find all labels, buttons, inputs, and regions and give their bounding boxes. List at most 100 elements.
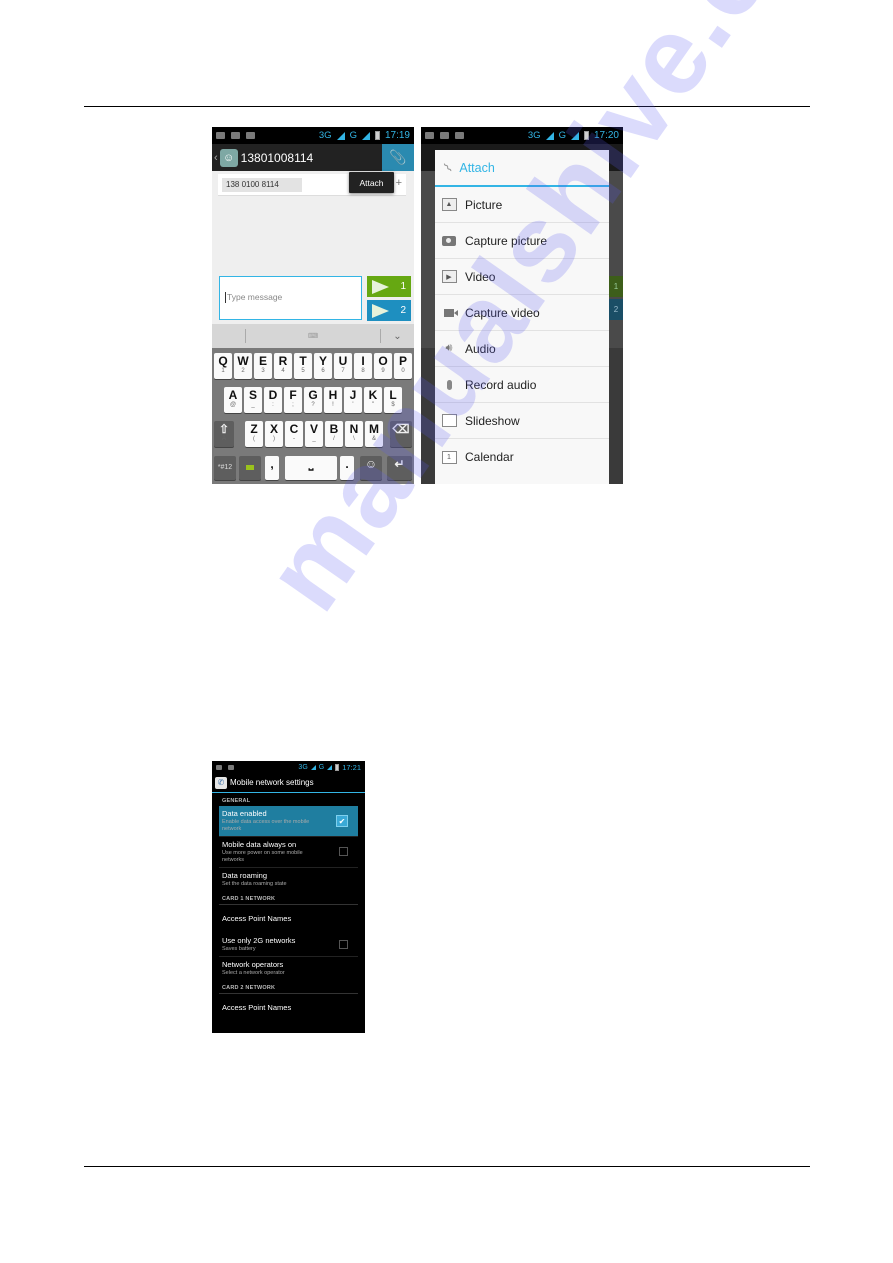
pref-mobile-data-always-on[interactable]: Mobile data always on Use more power on … [219, 837, 358, 868]
key-j[interactable]: J ' [344, 387, 362, 413]
phone-icon[interactable]: ✆ [215, 776, 227, 789]
screenshot-compose-message: 3G G 17:19 ‹ ☺ 13801008114 📎 138 0100 81… [212, 127, 414, 484]
wifi-icon [216, 764, 222, 770]
emoji-key[interactable]: ☺ [360, 456, 382, 480]
key-a[interactable]: A @ [224, 387, 242, 413]
keyboard: Q 1 W 2 E 3 R 4 T 5 Y 6 U 7 I 8 O 9 P 0 A @ S _ D: F; G? H! J ' K " L $ ⇧ A… [212, 348, 414, 484]
key-b[interactable]: B / [325, 421, 343, 447]
add-contact-icon[interactable]: + [396, 177, 402, 189]
footer-rule [84, 1166, 810, 1167]
attach-option-calendar[interactable]: 1 Calendar [435, 439, 609, 475]
android-icon [228, 764, 234, 770]
language-icon [246, 465, 254, 470]
recipient-chip[interactable]: 138 0100 8114 [222, 178, 302, 192]
attach-option-audio[interactable]: 🔊︎ Audio [435, 331, 609, 367]
key-k[interactable]: K " [364, 387, 382, 413]
pref-card1-apn[interactable]: Access Point Names [219, 905, 358, 933]
key-n[interactable]: N \ [345, 421, 363, 447]
video-icon: ▶ [441, 270, 457, 284]
key-t[interactable]: T5 [294, 353, 312, 379]
space-icon: ⎵ [308, 457, 314, 471]
attach-tooltip: Attach [349, 172, 394, 193]
attach-option-video[interactable]: ▶ Video [435, 259, 609, 295]
pref-data-roaming[interactable]: Data roaming Set the data roaming state [219, 868, 358, 891]
message-input[interactable]: Type message [219, 276, 362, 320]
attach-button[interactable]: 📎 [382, 144, 414, 171]
key-f[interactable]: F; [284, 387, 302, 413]
video-camera-icon [441, 306, 458, 320]
action-bar: ‹ ☺ 13801008114 📎 [212, 144, 414, 171]
attach-dialog: ⌇ Attach ▲ Picture Capture picture ▶ Vid… [435, 150, 609, 484]
camera-icon [441, 234, 457, 248]
mobile-data-always-on-checkbox[interactable] [339, 847, 348, 856]
hide-keyboard-icon[interactable]: ⌄ [381, 331, 414, 342]
attach-option-slideshow[interactable]: Slideshow [435, 403, 609, 439]
action-bar: ✆ Mobile network settings [212, 773, 365, 793]
key-l[interactable]: L $ [384, 387, 402, 413]
battery-icon [374, 131, 380, 140]
android-icon [455, 132, 464, 139]
key-y[interactable]: Y6 [314, 353, 332, 379]
key-x[interactable]: X) [265, 421, 283, 447]
key-p[interactable]: P0 [394, 353, 412, 379]
back-icon[interactable]: ‹ [212, 152, 218, 164]
pref-data-enabled[interactable]: Data enabled Enable data access over the… [219, 806, 358, 837]
pref-card2-apn[interactable]: Access Point Names [219, 994, 358, 1022]
signal-icon [336, 131, 345, 140]
key-z[interactable]: Z( [245, 421, 263, 447]
voicemail-icon [425, 132, 434, 139]
keyboard-icon[interactable]: ⌨ [246, 332, 380, 340]
send-sim1-button: 1 [609, 276, 623, 297]
network-type-1: 3G [298, 763, 308, 771]
key-h[interactable]: H! [324, 387, 342, 413]
key-u[interactable]: U7 [334, 353, 352, 379]
message-placeholder: Type message [227, 292, 283, 302]
page-title: Mobile network settings [230, 778, 314, 787]
pref-network-operators[interactable]: Network operators Select a network opera… [219, 957, 358, 980]
key-v[interactable]: V _ [305, 421, 323, 447]
shift-key[interactable]: ⇧ A [214, 421, 234, 447]
wifi-icon [231, 132, 240, 139]
pref-use-only-2g[interactable]: Use only 2G networks Saves battery [219, 933, 358, 957]
attach-option-picture[interactable]: ▲ Picture [435, 187, 609, 223]
emoji-icon: ☺ [364, 457, 378, 471]
key-g[interactable]: G? [304, 387, 322, 413]
key-r[interactable]: R4 [274, 353, 292, 379]
enter-key[interactable]: ↵ [387, 456, 412, 480]
attach-option-record-audio[interactable]: Record audio [435, 367, 609, 403]
status-bar: 3G G 17:20 [421, 127, 623, 144]
section-header-card2: CARD 2 NETWORK [219, 980, 358, 994]
attach-option-capture-video[interactable]: Capture video [435, 295, 609, 331]
network-type-1: 3G [318, 130, 332, 141]
key-e[interactable]: E3 [254, 353, 272, 379]
language-key[interactable] [239, 456, 261, 480]
key-q[interactable]: Q1 [214, 353, 232, 379]
key-i[interactable]: I8 [354, 353, 372, 379]
period-key[interactable]: . [340, 456, 354, 480]
battery-icon [335, 763, 340, 771]
key-o[interactable]: O9 [374, 353, 392, 379]
key-w[interactable]: W2 [234, 353, 252, 379]
voicemail-icon [216, 132, 225, 139]
data-enabled-checkbox[interactable]: ✔ [336, 815, 348, 827]
key-s[interactable]: S _ [244, 387, 262, 413]
key-m[interactable]: M & [365, 421, 383, 447]
attach-option-capture-picture[interactable]: Capture picture [435, 223, 609, 259]
send-sim2-button[interactable]: 2 [367, 300, 411, 321]
comma-key[interactable]: , [265, 456, 279, 480]
enter-icon: ↵ [394, 457, 405, 471]
backspace-key[interactable]: ⌫ [390, 421, 412, 447]
status-bar: 3G G 17:19 [212, 127, 414, 144]
send-sim1-button[interactable]: 1 [367, 276, 411, 297]
contact-avatar[interactable]: ☺ [219, 148, 238, 167]
signal-icon [361, 131, 370, 140]
send-icon [372, 279, 389, 294]
symbols-key[interactable]: *#12 [214, 456, 236, 480]
key-c[interactable]: C- [285, 421, 303, 447]
slideshow-icon [441, 414, 457, 428]
picture-icon: ▲ [441, 198, 457, 212]
key-d[interactable]: D: [264, 387, 282, 413]
space-key[interactable]: ⎵ [285, 456, 337, 480]
speaker-icon: 🔊︎ [445, 342, 453, 354]
use-only-2g-checkbox[interactable] [339, 939, 348, 949]
